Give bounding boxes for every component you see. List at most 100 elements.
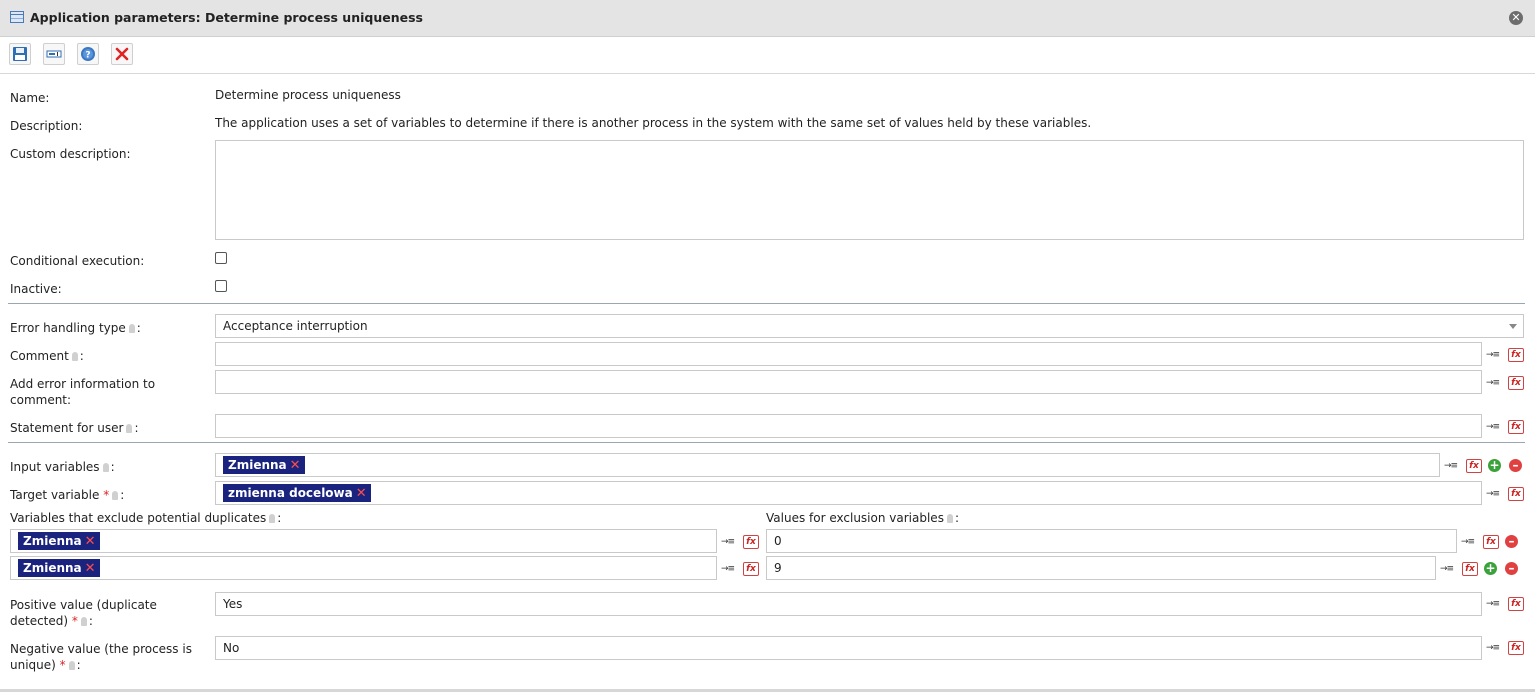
add-icon[interactable]: + (1484, 562, 1497, 575)
toolbar: ? (0, 37, 1535, 74)
colon: : (110, 460, 115, 474)
add-error-info-label-line2: comment: (10, 393, 72, 407)
insert-variable-icon[interactable]: →≡ (1486, 641, 1502, 655)
remove-icon[interactable]: – (1505, 562, 1518, 575)
hint-icon (102, 463, 109, 472)
comment-input[interactable] (215, 342, 1482, 366)
name-value: Determine process uniqueness (215, 88, 401, 102)
colon: : (134, 421, 139, 435)
function-icon[interactable]: fx (743, 562, 759, 576)
insert-variable-icon[interactable]: →≡ (1486, 376, 1502, 390)
colon: : (277, 511, 282, 525)
insert-variable-icon[interactable]: →≡ (1486, 597, 1502, 611)
function-icon[interactable]: fx (1508, 487, 1524, 501)
help-button[interactable]: ? (77, 43, 99, 65)
error-handling-select[interactable]: Acceptance interruption (215, 314, 1524, 338)
insert-variable-icon[interactable]: →≡ (1461, 535, 1477, 549)
close-icon[interactable]: ✕ (1509, 11, 1523, 25)
positive-label-line1: Positive value (duplicate (10, 598, 157, 612)
hint-icon (126, 424, 133, 433)
exclusion-value-input[interactable]: 9 (766, 556, 1436, 580)
insert-variable-icon[interactable]: →≡ (1444, 459, 1460, 473)
add-error-info-label-line1: Add error information to (10, 377, 156, 391)
function-icon[interactable]: fx (1483, 535, 1499, 549)
colon: : (954, 511, 959, 525)
exclusion-value-input[interactable]: 0 (766, 529, 1457, 553)
function-icon[interactable]: fx (1508, 641, 1524, 655)
colon: : (120, 488, 125, 502)
remove-tag-icon[interactable]: ✕ (85, 534, 96, 549)
positive-value-label: Positive value (duplicate detected) *: (10, 597, 157, 629)
hint-icon (269, 514, 276, 523)
required-mark: * (59, 658, 66, 672)
help-icon: ? (81, 47, 95, 61)
variable-tag-label: zmienna docelowa (228, 486, 353, 500)
inactive-checkbox[interactable] (215, 280, 227, 292)
exclusion-variable-field[interactable]: Zmienna ✕ (10, 529, 717, 553)
add-icon[interactable]: + (1488, 459, 1501, 472)
insert-variable-icon[interactable]: →≡ (1440, 562, 1456, 576)
variable-tag: Zmienna ✕ (18, 532, 100, 550)
save-button[interactable] (9, 43, 31, 65)
svg-text:?: ? (85, 51, 90, 61)
remove-icon[interactable]: – (1505, 535, 1518, 548)
function-icon[interactable]: fx (1508, 376, 1524, 390)
target-variable-field[interactable]: zmienna docelowa ✕ (215, 481, 1482, 505)
custom-description-textarea[interactable] (215, 140, 1524, 240)
statement-input[interactable] (215, 414, 1482, 438)
function-icon[interactable]: fx (1462, 562, 1478, 576)
input-variables-label-text: Input variables (10, 460, 100, 474)
colon: : (136, 321, 141, 335)
conditional-execution-checkbox[interactable] (215, 252, 227, 264)
positive-value-input[interactable]: Yes (215, 592, 1482, 616)
function-icon[interactable]: fx (1508, 597, 1524, 611)
hint-icon (68, 661, 75, 670)
required-mark: * (103, 488, 110, 502)
remove-tag-icon[interactable]: ✕ (290, 458, 301, 473)
cancel-icon (115, 47, 129, 61)
cancel-button[interactable] (111, 43, 133, 65)
error-handling-label-text: Error handling type (10, 321, 126, 335)
variable-tag: zmienna docelowa ✕ (223, 484, 371, 502)
target-variable-label-text: Target variable (10, 488, 100, 502)
negative-value-input[interactable]: No (215, 636, 1482, 660)
remove-tag-icon[interactable]: ✕ (85, 561, 96, 576)
negative-value-label: Negative value (the process is unique) *: (10, 641, 192, 673)
colon: : (88, 614, 93, 628)
insert-variable-icon[interactable]: →≡ (1486, 420, 1502, 434)
chevron-down-icon[interactable] (1509, 324, 1517, 329)
exclude-vars-label: Variables that exclude potential duplica… (10, 510, 281, 526)
negative-label-line2: unique) (10, 658, 56, 672)
colon: : (79, 349, 84, 363)
add-error-info-input[interactable] (215, 370, 1482, 394)
title-bar: Application parameters: Determine proces… (0, 0, 1535, 37)
variable-tag: Zmienna ✕ (223, 456, 305, 474)
description-value: The application uses a set of variables … (215, 116, 1092, 130)
insert-variable-icon[interactable]: →≡ (1486, 348, 1502, 362)
negative-label-line1: Negative value (the process is (10, 642, 192, 656)
exclude-vars-label-text: Variables that exclude potential duplica… (10, 511, 267, 525)
insert-variable-icon[interactable]: →≡ (721, 535, 737, 549)
description-label: Description: (10, 119, 83, 133)
variable-tag-label: Zmienna (23, 561, 82, 575)
remove-icon[interactable]: – (1509, 459, 1522, 472)
hint-icon (128, 324, 135, 333)
function-icon[interactable]: fx (1508, 420, 1524, 434)
remove-tag-icon[interactable]: ✕ (356, 486, 367, 501)
function-icon[interactable]: fx (1508, 348, 1524, 362)
function-icon[interactable]: fx (1466, 459, 1482, 473)
error-handling-label: Error handling type: (10, 320, 141, 336)
exclusion-variable-field[interactable]: Zmienna ✕ (10, 556, 717, 580)
exclude-values-label-text: Values for exclusion variables (766, 511, 944, 525)
table-icon (10, 11, 24, 23)
input-variables-label: Input variables: (10, 459, 115, 475)
statement-label-text: Statement for user (10, 421, 124, 435)
insert-variable-icon[interactable]: →≡ (721, 562, 737, 576)
input-variables-field[interactable]: Zmienna ✕ (215, 453, 1440, 477)
variables-button[interactable] (43, 43, 65, 65)
window-title: Application parameters: Determine proces… (30, 10, 423, 25)
insert-variable-icon[interactable]: →≡ (1486, 487, 1502, 501)
error-handling-value: Acceptance interruption (223, 319, 368, 333)
function-icon[interactable]: fx (743, 535, 759, 549)
section-divider (8, 442, 1525, 443)
